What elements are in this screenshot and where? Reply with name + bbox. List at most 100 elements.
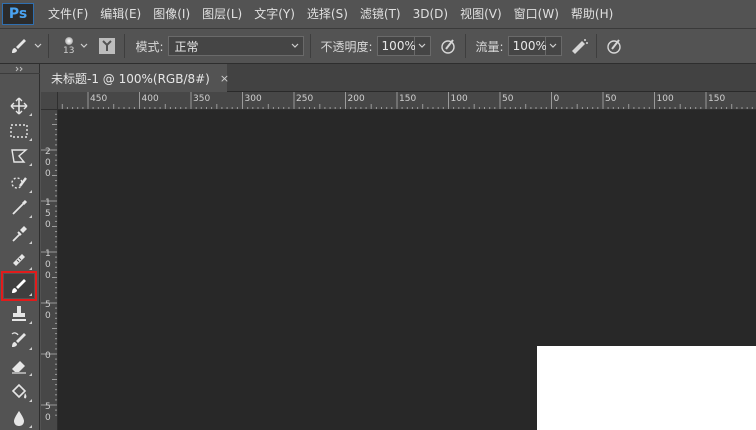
move-tool[interactable] xyxy=(4,94,34,118)
ruler-label: 0 xyxy=(45,260,51,270)
ruler-label: 300 xyxy=(244,94,262,104)
separator xyxy=(48,34,49,58)
separator xyxy=(124,34,126,58)
brush-panel-icon xyxy=(99,38,116,54)
brush-tool[interactable] xyxy=(1,271,37,301)
close-icon[interactable]: × xyxy=(220,72,229,85)
ruler-label: 0 xyxy=(45,413,51,423)
crop-icon xyxy=(12,199,28,215)
ruler-label: 0 xyxy=(45,351,51,361)
menu-file[interactable]: 文件(F) xyxy=(42,0,94,28)
stamp-icon xyxy=(12,306,26,321)
quick-selection-tool[interactable] xyxy=(4,171,34,195)
brush-panel-toggle[interactable] xyxy=(96,35,118,57)
double-chevron-icon xyxy=(15,66,23,71)
document-tab-bar: 未标题-1 @ 100%(RGB/8#) × xyxy=(41,64,756,92)
chevron-down-icon[interactable] xyxy=(80,42,88,50)
brush-icon xyxy=(12,279,26,293)
horizontal-ruler[interactable]: 45040035030025020015010050050100150200 xyxy=(58,92,756,110)
ruler-label: 100 xyxy=(656,94,674,104)
document-tab-title: 未标题-1 @ 100%(RGB/8#) xyxy=(51,71,210,86)
opacity-input[interactable]: 100% xyxy=(376,36,416,56)
canvas-workspace[interactable] xyxy=(58,110,756,430)
menu-layer[interactable]: 图层(L) xyxy=(196,0,248,28)
ruler-label: 2 xyxy=(45,147,51,157)
ruler-label: 250 xyxy=(296,94,314,104)
ruler-label: 0 xyxy=(45,311,51,321)
opacity-dropdown[interactable] xyxy=(414,36,431,56)
lasso-tool[interactable] xyxy=(4,144,34,168)
marquee-tool[interactable] xyxy=(4,119,34,143)
ruler-label: 0 xyxy=(45,271,51,281)
brush-size-value: 13 xyxy=(63,45,75,56)
menu-type[interactable]: 文字(Y) xyxy=(248,0,301,28)
eraser-tool[interactable] xyxy=(4,354,34,378)
menu-window[interactable]: 窗口(W) xyxy=(508,0,565,28)
photoshop-logo: Ps xyxy=(2,3,34,25)
chevron-down-icon xyxy=(418,43,426,48)
separator xyxy=(464,34,466,58)
crop-tool[interactable] xyxy=(4,196,34,220)
pressure-opacity-icon xyxy=(440,39,455,54)
move-icon xyxy=(10,97,28,115)
vertical-ruler[interactable]: 20015010050050 xyxy=(41,110,58,430)
document-canvas[interactable] xyxy=(537,346,756,430)
flow-label: 流量: xyxy=(475,39,504,54)
mode-value: 正常 xyxy=(174,39,199,54)
eraser-icon xyxy=(12,361,26,374)
document-tab[interactable]: 未标题-1 @ 100%(RGB/8#) × xyxy=(41,64,229,92)
ruler-label: 0 xyxy=(45,158,51,168)
opacity-label: 不透明度: xyxy=(320,39,373,54)
quick-selection-icon xyxy=(11,177,27,189)
tool-preset-picker[interactable] xyxy=(10,37,42,55)
airbrush-button[interactable] xyxy=(568,35,590,57)
ruler-label: 50 xyxy=(605,94,617,104)
brush-icon xyxy=(12,39,26,53)
menu-filter[interactable]: 滤镜(T) xyxy=(354,0,407,28)
ruler-label: 1 xyxy=(45,249,51,259)
flow-dropdown[interactable] xyxy=(545,36,562,56)
menu-3d[interactable]: 3D(D) xyxy=(407,0,454,28)
menu-help[interactable]: 帮助(H) xyxy=(565,0,619,28)
ruler-label: 0 xyxy=(553,94,560,104)
flow-input[interactable]: 100% xyxy=(507,36,547,56)
ruler-label: 200 xyxy=(347,94,365,104)
menu-bar: Ps 文件(F) 编辑(E) 图像(I) 图层(L) 文字(Y) 选择(S) 滤… xyxy=(0,0,756,28)
brush-preset-picker[interactable]: 13 xyxy=(63,36,75,56)
clone-stamp-tool[interactable] xyxy=(4,302,34,326)
chevron-down-icon xyxy=(34,43,42,48)
airbrush-icon xyxy=(571,39,588,54)
eyedropper-tool[interactable] xyxy=(4,222,34,246)
bandage-icon xyxy=(13,254,25,266)
paint-bucket-icon xyxy=(11,383,27,399)
ruler-origin[interactable] xyxy=(41,92,58,110)
ruler-label: 0 xyxy=(45,220,51,230)
ruler-label: 350 xyxy=(193,94,211,104)
blur-tool[interactable] xyxy=(4,406,34,430)
brush-tip-icon xyxy=(64,36,73,45)
ruler-label: 5 xyxy=(45,402,51,412)
mode-select[interactable]: 正常 xyxy=(167,36,304,56)
history-brush-icon xyxy=(11,332,26,347)
chevron-down-icon xyxy=(549,43,557,48)
separator xyxy=(309,34,311,58)
ruler-label: 1 xyxy=(45,198,51,208)
ruler-label: 0 xyxy=(45,169,51,179)
menu-edit[interactable]: 编辑(E) xyxy=(94,0,147,28)
panel-collapse-grip[interactable] xyxy=(0,64,40,74)
ruler-label: 5 xyxy=(45,300,51,310)
opacity-pressure-button[interactable] xyxy=(437,35,459,57)
menu-view[interactable]: 视图(V) xyxy=(454,0,508,28)
eyedropper-icon xyxy=(12,226,27,242)
healing-brush-tool[interactable] xyxy=(4,248,34,272)
history-brush-tool[interactable] xyxy=(4,328,34,352)
menu-image[interactable]: 图像(I) xyxy=(147,0,196,28)
drop-icon xyxy=(14,411,24,426)
marquee-icon xyxy=(10,124,28,138)
size-pressure-button[interactable] xyxy=(603,35,625,57)
paint-bucket-tool[interactable] xyxy=(4,380,34,404)
chevron-down-icon xyxy=(291,43,298,48)
ruler-label: 150 xyxy=(708,94,726,104)
menu-select[interactable]: 选择(S) xyxy=(301,0,354,28)
pressure-size-icon xyxy=(606,39,621,54)
